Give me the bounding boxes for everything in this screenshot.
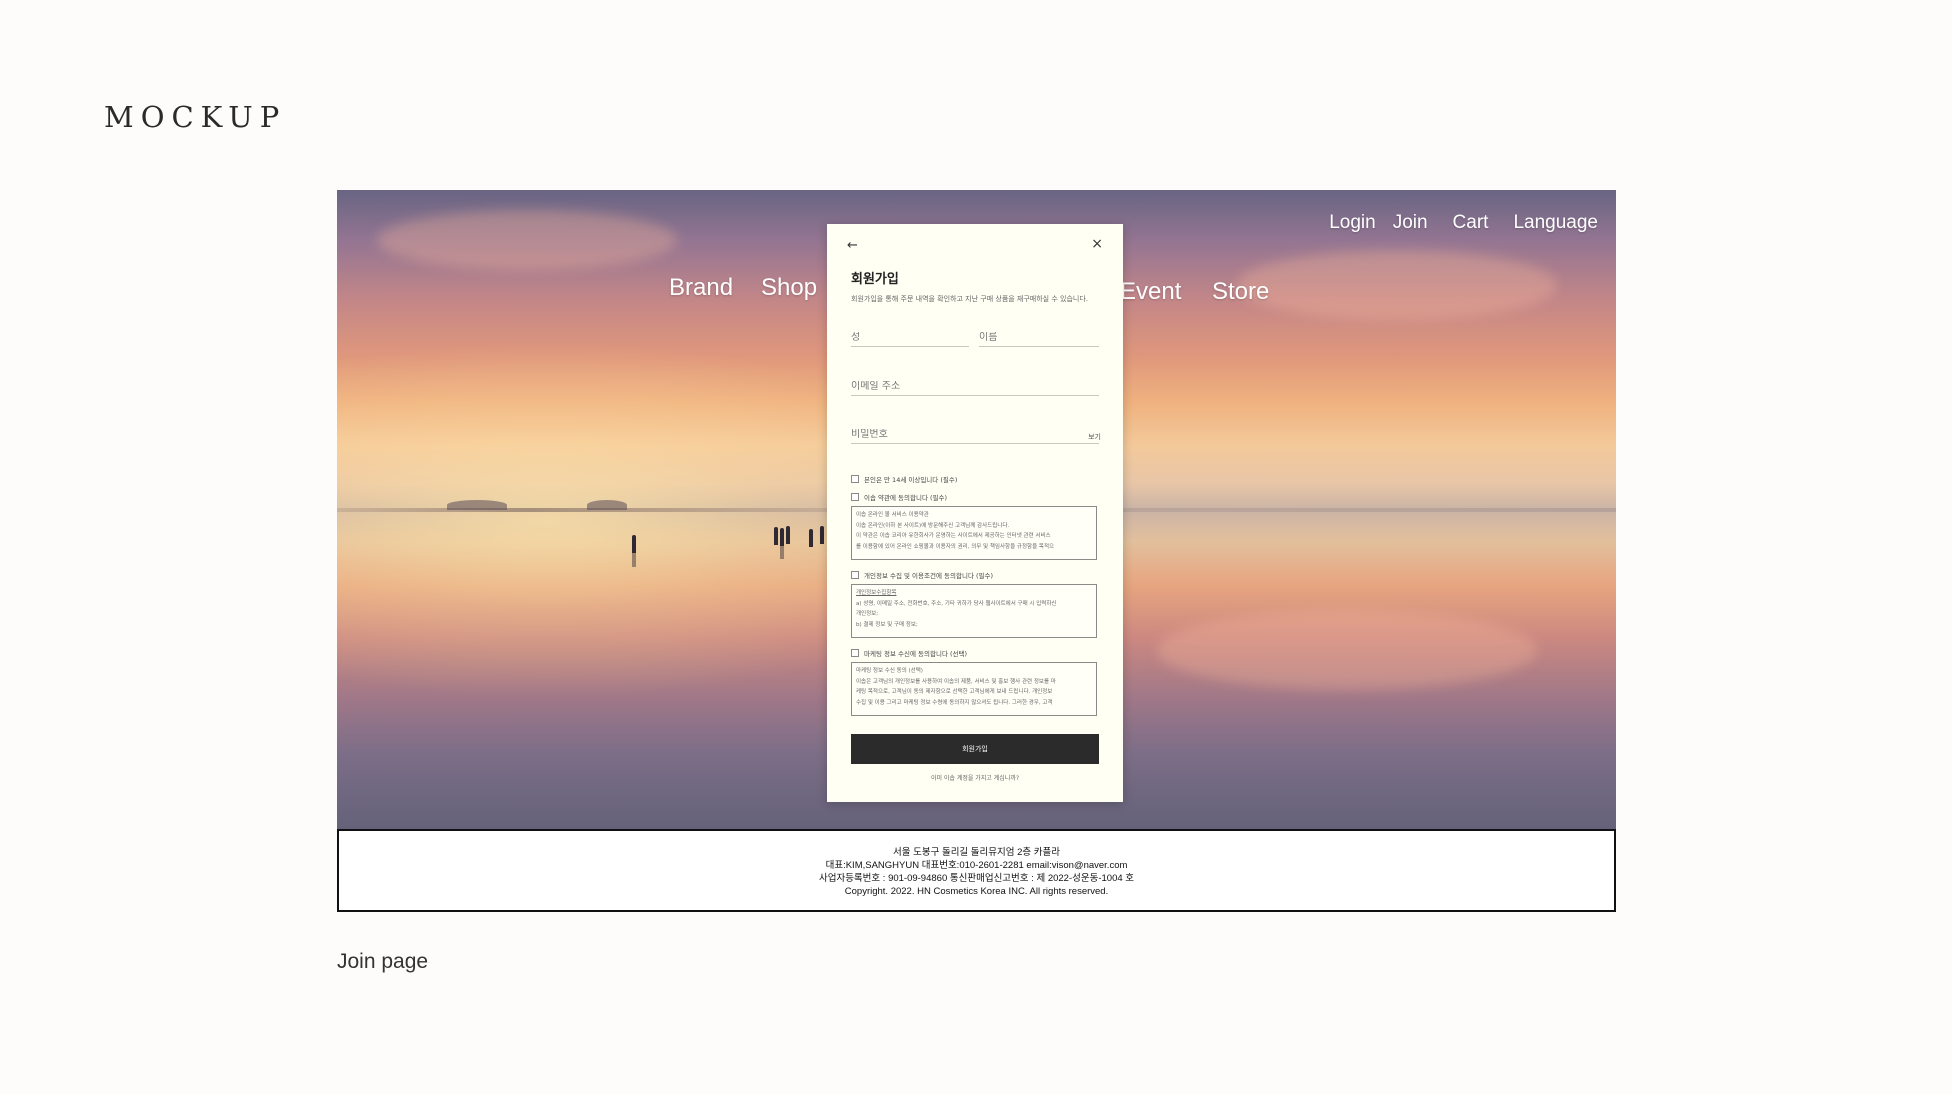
terms-line: 를 이용함에 있어 온라인 쇼핑몰과 이용자의 권리, 의무 및 책임사항을 규… — [856, 543, 1055, 550]
top-nav: Login Join Cart Language — [1312, 212, 1598, 234]
marketing-line: 마케팅 정보 수신 동의 (선택) — [856, 668, 923, 674]
privacy-consent: 개인정보 수집 및 이용조건에 동의합니다 (필수) — [851, 570, 993, 580]
join-modal: ← × 회원가입 회원가입을 통해 주문 내역을 확인하고 지난 구매 상품을 … — [827, 224, 1123, 802]
nav-store[interactable]: Store — [1212, 278, 1269, 306]
nav-event[interactable]: Event — [1120, 278, 1181, 306]
login-link[interactable]: Login — [1329, 212, 1376, 234]
page-caption: Join page — [337, 950, 429, 973]
terms-consent: 이솝 약관에 동의합니다 (필수) — [851, 492, 947, 502]
privacy-textbox[interactable]: 개인정보수집항목 a) 성명, 이메일 주소, 전화번호, 주소, 기타 귀하가… — [851, 584, 1097, 638]
footer-address: 서울 도봉구 돌리길 돌리뮤지엄 2층 카플라 — [892, 847, 1061, 858]
terms-line: 이솝 온라인(이하 본 사이트)에 방문해주신 고객님께 감사드립니다. — [856, 522, 1010, 529]
last-name-input[interactable] — [851, 332, 969, 347]
nav-shop[interactable]: Shop — [761, 274, 817, 302]
marketing-line: 이솝은 고객님의 개인정보를 사용하여 이솝의 제품, 서비스 및 홍보 행사 … — [856, 678, 1056, 685]
nav-brand[interactable]: Brand — [669, 274, 733, 302]
footer-copyright: Copyright. 2022. HN Cosmetics Korea INC.… — [844, 886, 1109, 897]
terms-line: 이 약관은 이솝 코리아 유한회사가 운영하는 사이트에서 제공하는 인터넷 관… — [856, 533, 1051, 539]
age-checkbox[interactable] — [851, 475, 859, 483]
privacy-consent-label: 개인정보 수집 및 이용조건에 동의합니다 (필수) — [864, 572, 994, 580]
site-mockup-frame: Login Join Cart Language Brand Shop Even… — [337, 190, 1616, 912]
marketing-line: 케팅 목적으로, 고객님이 동의 제자항으로 선택한 고객님에게 보내 드립니다… — [856, 689, 1053, 695]
terms-checkbox[interactable] — [851, 493, 859, 501]
modal-subtitle: 회원가입을 통해 주문 내역을 확인하고 지난 구매 상품을 재구매하실 수 있… — [851, 295, 1088, 303]
first-name-input[interactable] — [979, 332, 1099, 347]
privacy-line: 개인정보수집항목 — [856, 590, 897, 596]
join-submit-button[interactable]: 회원가입 — [851, 734, 1099, 764]
age-consent: 본인은 만 14세 이상입니다 (필수) — [851, 474, 957, 484]
privacy-line: a) 성명, 이메일 주소, 전화번호, 주소, 기타 귀하가 당사 웹사이트에… — [856, 600, 1057, 607]
back-arrow-icon[interactable]: ← — [847, 238, 858, 253]
mockup-logo: MOCKUP — [104, 100, 287, 134]
show-password-toggle[interactable]: 보기 — [1088, 432, 1101, 442]
terms-textbox[interactable]: 이솝 온라인 몰 서비스 이용약관 이솝 온라인(이하 본 사이트)에 방문해주… — [851, 506, 1097, 560]
close-icon[interactable]: × — [1091, 236, 1103, 252]
modal-title: 회원가입 — [851, 272, 899, 287]
marketing-line: 수집 및 이용 그리고 마케팅 정보 수령에 동의하지 않으셔도 됩니다. 그러… — [856, 699, 1053, 706]
language-link[interactable]: Language — [1513, 212, 1598, 234]
hero-background: Login Join Cart Language Brand Shop Even… — [337, 190, 1616, 829]
existing-account-link[interactable]: 이미 이솝 계정을 가지고 계십니까? — [827, 773, 1123, 782]
email-input[interactable] — [851, 381, 1099, 396]
marketing-checkbox[interactable] — [851, 649, 859, 657]
password-input[interactable] — [851, 429, 1099, 444]
cart-link[interactable]: Cart — [1453, 212, 1489, 234]
footer-business-number: 사업자등록번호 : 901-09-94860 통신판매업신고번호 : 제 202… — [818, 873, 1135, 884]
marketing-consent: 마케팅 정보 수신에 동의합니다 (선택) — [851, 648, 967, 658]
privacy-line: 개인정보; — [856, 611, 879, 617]
marketing-consent-label: 마케팅 정보 수신에 동의합니다 (선택) — [864, 650, 968, 658]
site-footer: 서울 도봉구 돌리길 돌리뮤지엄 2층 카플라 대표:KIM,SANGHYUN … — [337, 829, 1616, 912]
age-consent-label: 본인은 만 14세 이상입니다 (필수) — [864, 476, 958, 484]
footer-contact: 대표:KIM,SANGHYUN 대표번호:010-2601-2281 email… — [825, 860, 1128, 871]
privacy-line: b) 결제 정보 및 구매 정보; — [856, 621, 918, 628]
marketing-textbox[interactable]: 마케팅 정보 수신 동의 (선택) 이솝은 고객님의 개인정보를 사용하여 이솝… — [851, 662, 1097, 716]
terms-consent-label: 이솝 약관에 동의합니다 (필수) — [864, 494, 948, 502]
privacy-checkbox[interactable] — [851, 571, 859, 579]
terms-line: 이솝 온라인 몰 서비스 이용약관 — [856, 512, 929, 518]
join-link[interactable]: Join — [1393, 212, 1428, 234]
